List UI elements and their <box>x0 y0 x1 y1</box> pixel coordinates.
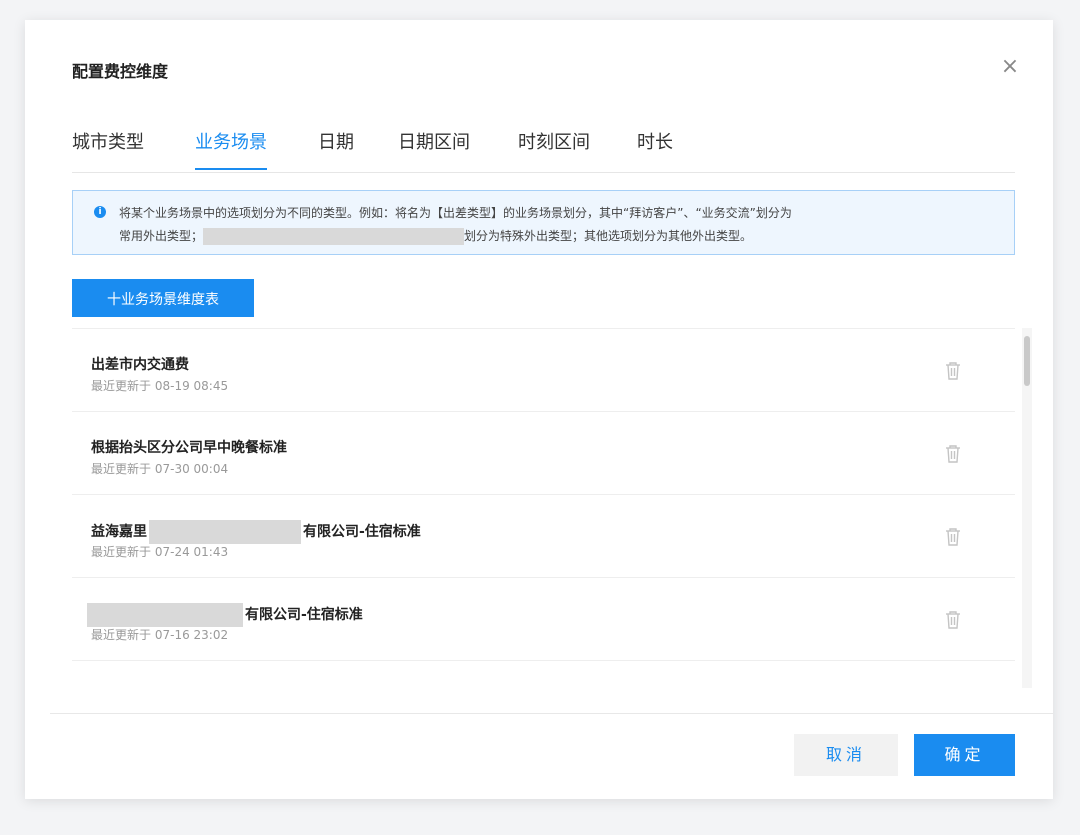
notice-line-1: 将某个业务场景中的选项划分为不同的类型。例如：将名为【出差类型】的业务场景划分，… <box>119 206 792 220</box>
item-updated: 最近更新于 07-24 01:43 <box>91 545 229 559</box>
list-item[interactable]: 根据抬头区分公司早中晚餐标准 最近更新于 07-30 00:04 <box>72 412 1015 495</box>
redacted-block <box>87 603 243 627</box>
dimension-list: 出差市内交通费 最近更新于 08-19 08:45 根据抬头区分公司早中晚餐标准… <box>72 328 1015 689</box>
tab-date-range[interactable]: 日期区间 <box>398 130 470 170</box>
close-icon[interactable]: × <box>999 56 1021 78</box>
list-scrollbar[interactable] <box>1022 328 1032 688</box>
info-icon: i <box>94 206 106 218</box>
tab-bar: 城市类型 业务场景 日期 日期区间 时刻区间 时长 <box>72 130 1015 173</box>
dialog-title: 配置费控维度 <box>72 62 169 81</box>
item-updated: 最近更新于 08-19 08:45 <box>91 379 229 393</box>
item-name: 有限公司-住宿标准 <box>87 603 363 627</box>
trash-icon[interactable] <box>940 606 966 634</box>
tab-business-scene[interactable]: 业务场景 <box>195 130 267 170</box>
list-item[interactable]: 有限公司-住宿标准 最近更新于 07-16 23:02 <box>72 578 1015 661</box>
item-updated: 最近更新于 07-30 00:04 <box>91 462 229 476</box>
tab-duration[interactable]: 时长 <box>637 130 673 170</box>
item-name: 出差市内交通费 <box>91 357 189 373</box>
item-updated: 最近更新于 07-16 23:02 <box>91 628 229 642</box>
notice-line-2-suffix: 划分为特殊外出类型；其他选项划分为其他外出类型。 <box>464 229 753 243</box>
item-name: 益海嘉里 有限公司-住宿标准 <box>91 520 421 544</box>
list-item[interactable]: 益海嘉里 有限公司-住宿标准 最近更新于 07-24 01:43 <box>72 495 1015 578</box>
item-name: 根据抬头区分公司早中晚餐标准 <box>91 440 287 456</box>
scrollbar-thumb[interactable] <box>1024 336 1030 386</box>
info-notice: i 将某个业务场景中的选项划分为不同的类型。例如：将名为【出差类型】的业务场景划… <box>72 190 1015 255</box>
trash-icon[interactable] <box>940 523 966 551</box>
notice-line-2-prefix: 常用外出类型； <box>119 229 204 243</box>
tab-time-range[interactable]: 时刻区间 <box>518 130 590 170</box>
cancel-button[interactable]: 取消 <box>794 734 898 776</box>
redacted-block <box>149 520 301 544</box>
config-dialog: 配置费控维度 × 城市类型 业务场景 日期 日期区间 时刻区间 时长 i 将某个… <box>25 20 1053 799</box>
tab-date[interactable]: 日期 <box>318 130 354 170</box>
add-scene-dimension-button[interactable]: 十业务场景维度表 <box>72 279 254 317</box>
trash-icon[interactable] <box>940 357 966 385</box>
tab-city-type[interactable]: 城市类型 <box>72 130 144 170</box>
confirm-button[interactable]: 确定 <box>914 734 1015 776</box>
list-item[interactable]: 出差市内交通费 最近更新于 08-19 08:45 <box>72 329 1015 412</box>
redacted-block <box>203 228 465 245</box>
footer-divider <box>50 713 1053 714</box>
trash-icon[interactable] <box>940 440 966 468</box>
notice-line-2: 常用外出类型； 划分为特殊外出类型；其他选项划分为其他外出类型。 <box>119 227 752 245</box>
